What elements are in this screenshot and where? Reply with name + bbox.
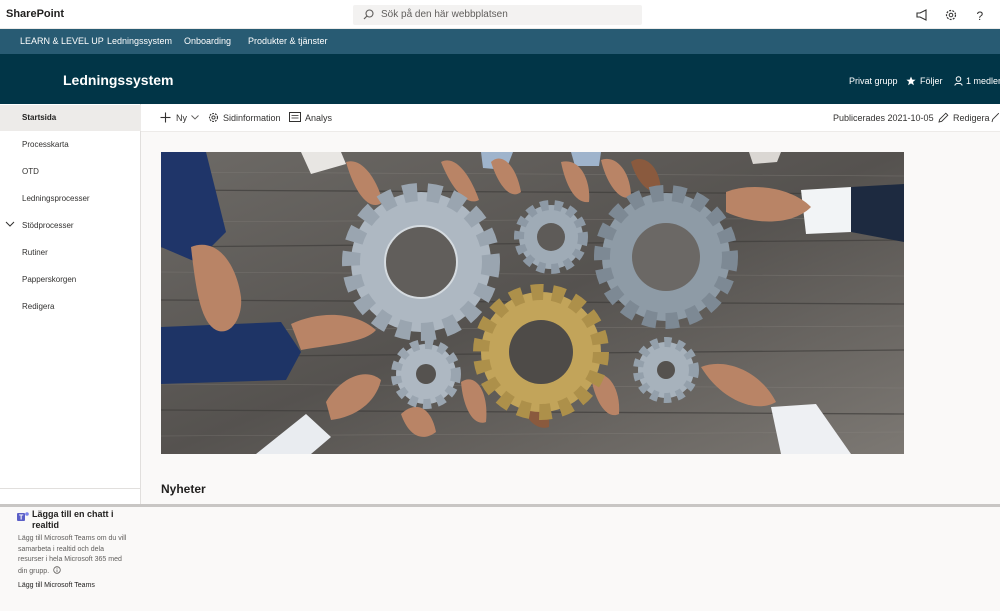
hub-nav-learn[interactable]: LEARN & LEVEL UP [20,36,104,46]
svg-text:T: T [19,515,24,522]
nav-item-label: Ledningsprocesser [22,194,90,203]
search-icon [363,9,374,20]
hub-nav-products[interactable]: Produkter & tjänster [248,36,328,46]
members-button[interactable]: 1 medlem [966,76,1000,86]
chevron-down-icon[interactable] [5,221,15,228]
gears-hands-photo [161,152,904,454]
nav-item-label: Rutiner [22,248,48,257]
nav-item-label: Startsida [22,113,57,122]
search-box[interactable]: Sök på den här webbplatsen [353,5,642,25]
hub-nav-onboarding[interactable]: Onboarding [184,36,231,46]
nav-item-papperskorgen[interactable]: Papperskorgen [0,267,141,293]
megaphone-icon[interactable] [915,8,929,22]
nav-item-processkarta[interactable]: Processkarta [0,132,141,158]
search-placeholder: Sök på den här webbplatsen [381,9,508,20]
hub-navigation: LEARN & LEVEL UP Ledningssystem Onboardi… [0,29,1000,54]
nav-item-stodprocesser[interactable]: Stödprocesser [0,213,141,239]
svg-text:?: ? [977,9,984,22]
pencil-icon [938,112,949,123]
star-icon [906,76,916,86]
gear-icon[interactable] [944,8,958,22]
page-details-button[interactable]: Sidinformation [223,113,281,123]
nav-item-label: Processkarta [22,140,69,149]
teams-promo-title: Lägga till en chatt i realtid [32,509,114,530]
analytics-button[interactable]: Analys [305,113,332,123]
teams-promo-description: Lägg till Microsoft Teams om du vill sam… [18,534,130,577]
site-title[interactable]: Ledningssystem [63,72,173,88]
nav-item-rutiner[interactable]: Rutiner [0,240,141,266]
suite-bar: SharePoint Sök på den här webbplatsen ? [0,0,1000,29]
person-icon [954,76,963,86]
nav-item-startsida[interactable]: Startsida [0,105,141,131]
privacy-label: Privat grupp [849,76,898,86]
nav-item-label: Papperskorgen [22,275,77,284]
info-icon[interactable] [53,565,61,574]
nav-item-label: Stödprocesser [22,221,74,230]
app-brand[interactable]: SharePoint [6,8,64,20]
nav-item-ledningsprocesser[interactable]: Ledningsprocesser [0,186,141,212]
hub-nav-ledningssystem[interactable]: Ledningssystem [107,36,172,46]
nav-item-label: OTD [22,167,39,176]
plus-icon [160,112,171,123]
teams-promo-text: Lägg till Microsoft Teams om du vill sam… [18,535,127,575]
edit-button[interactable]: Redigera [953,113,990,123]
analytics-icon [289,112,301,122]
nav-item-redigera[interactable]: Redigera [0,294,141,320]
published-status: Publicerades 2021-10-05 [833,113,934,123]
left-navigation: Startsida Processkarta OTD Ledningsproce… [0,104,141,589]
add-teams-link[interactable]: Lägg till Microsoft Teams [18,582,95,589]
hero-image [161,152,904,454]
help-icon[interactable]: ? [973,8,987,22]
news-section-title: Nyheter [161,482,206,496]
follow-button[interactable]: Följer [920,76,943,86]
expand-icon[interactable] [991,112,1000,123]
chevron-down-icon[interactable] [191,115,199,120]
gear-icon [208,112,219,123]
site-header: Ledningssystem Privat grupp Följer 1 med… [0,54,1000,104]
new-button[interactable]: Ny [176,113,187,123]
nav-item-otd[interactable]: OTD [0,159,141,185]
command-bar: Ny Sidinformation Analys Publicerades 20… [141,104,1000,132]
teams-icon: T [17,512,29,522]
nav-item-label: Redigera [22,302,55,311]
